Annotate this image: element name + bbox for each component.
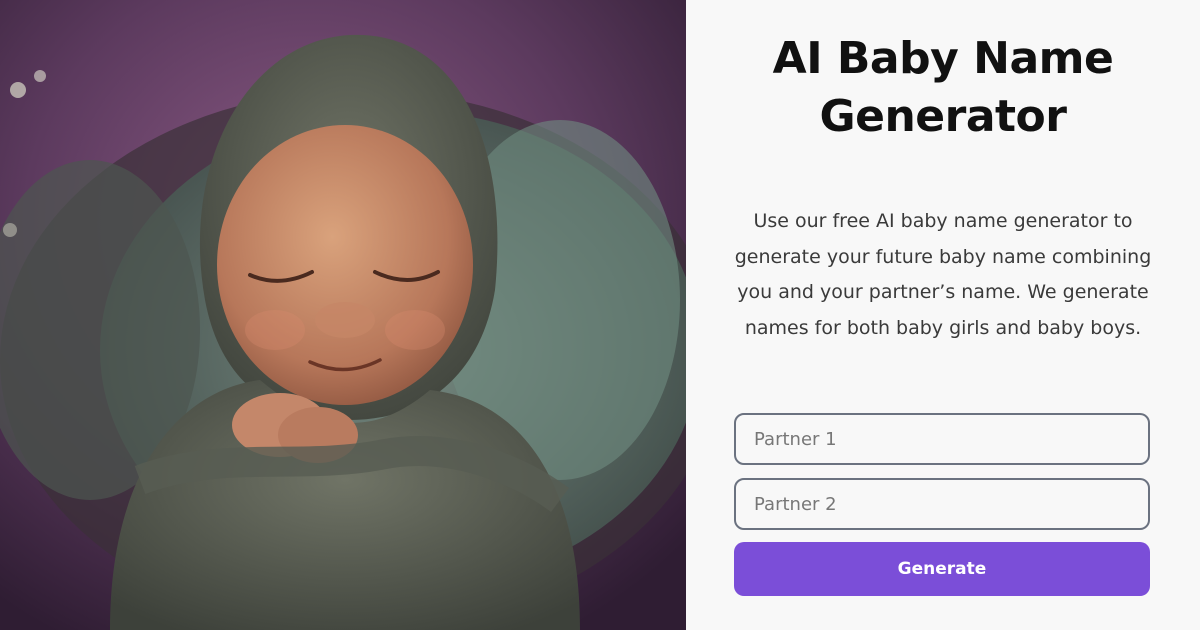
page: AI Baby Name Generator Use our free AI b… — [0, 0, 1200, 630]
generator-panel: AI Baby Name Generator Use our free AI b… — [686, 0, 1200, 630]
generate-button[interactable]: Generate — [734, 542, 1150, 596]
baby-photo — [0, 0, 686, 630]
baby-illustration — [0, 0, 686, 630]
page-title-line1: AI Baby Name — [772, 33, 1114, 84]
partner-2-input[interactable] — [734, 478, 1150, 530]
partner-1-input[interactable] — [734, 413, 1150, 465]
page-title: AI Baby Name Generator — [686, 30, 1200, 146]
page-title-line2: Generator — [819, 91, 1067, 142]
description-text: Use our free AI baby name generator to g… — [734, 210, 1152, 339]
